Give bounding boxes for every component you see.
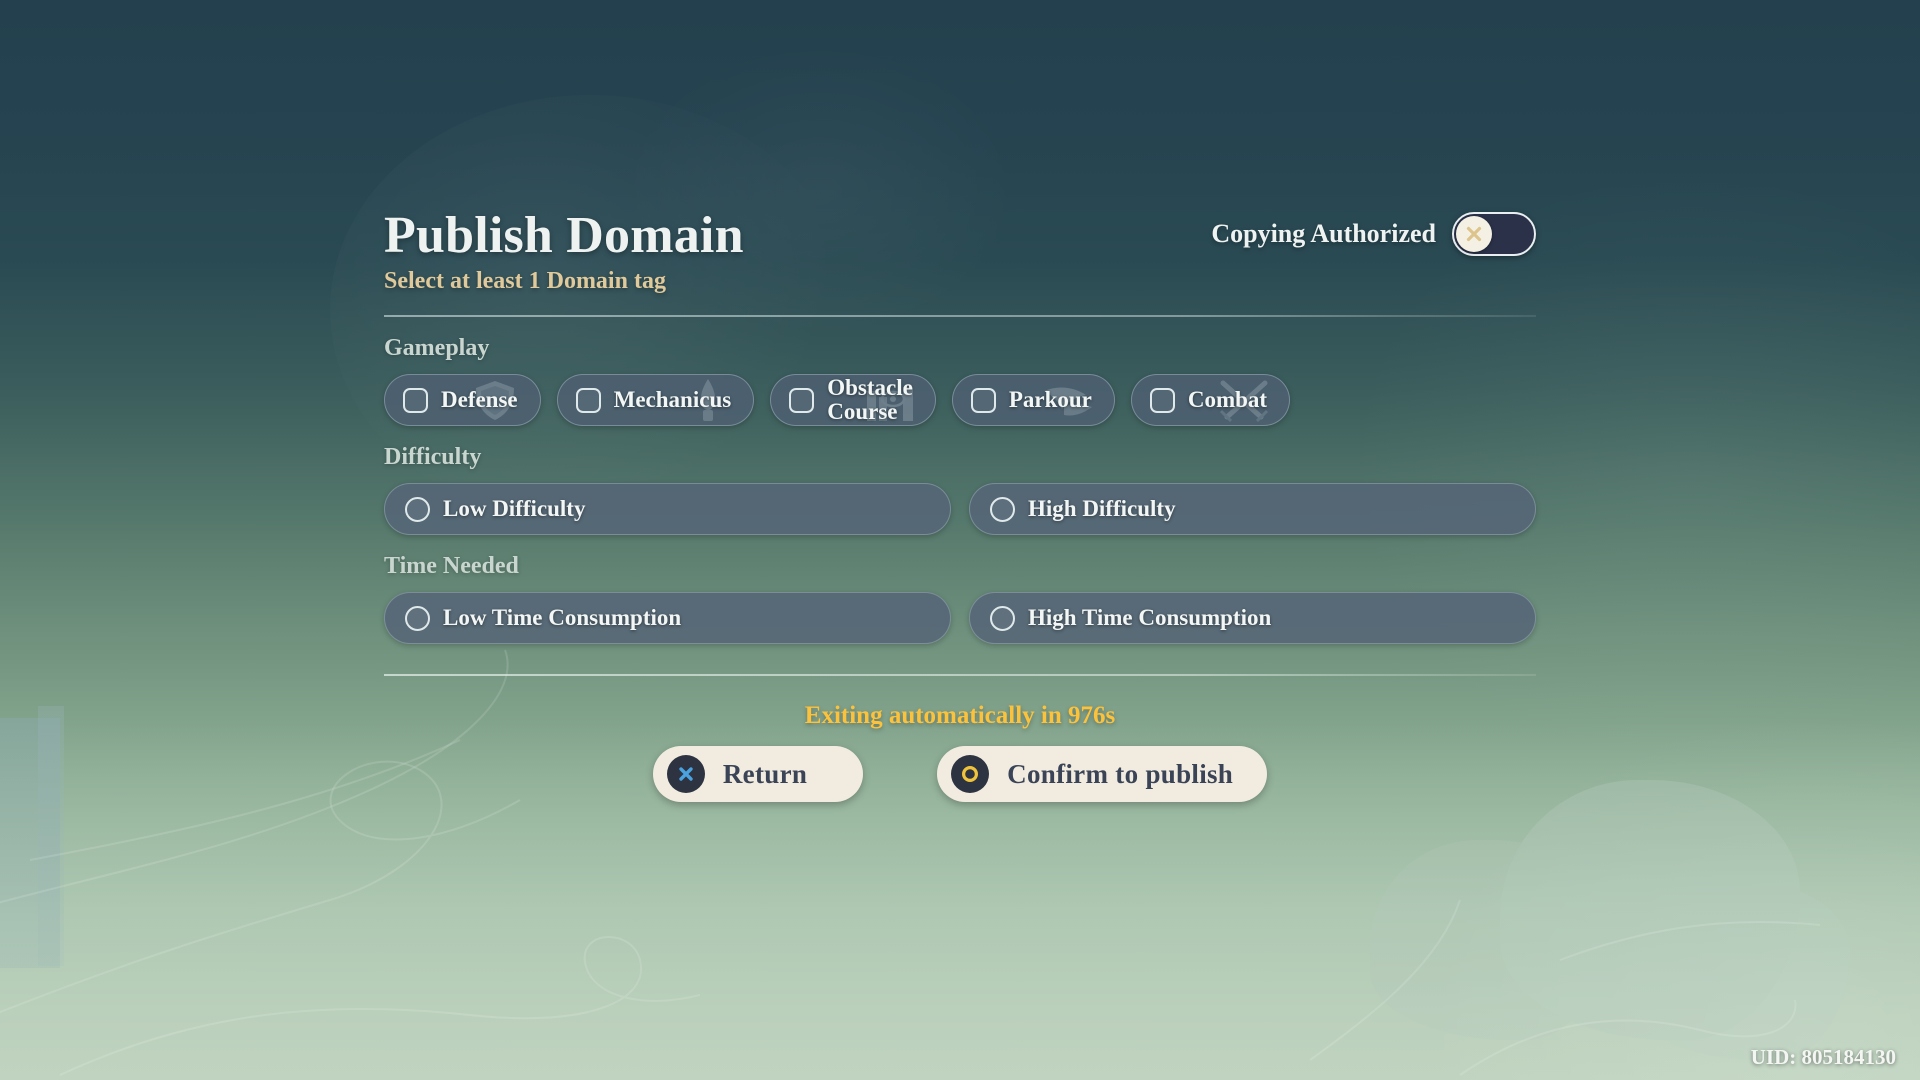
checkbox-combat[interactable] — [1149, 387, 1175, 413]
tag-label-combat: Combat — [1187, 386, 1268, 412]
return-button-label: Return — [722, 758, 808, 789]
group-difficulty: Difficulty Low Difficulty High Difficult… — [384, 444, 1536, 535]
pillar-left — [0, 706, 64, 968]
close-x-icon — [1466, 226, 1482, 242]
tag-combat[interactable]: Combat — [1130, 374, 1291, 426]
tag-label-defense: Defense — [441, 386, 518, 412]
return-button[interactable]: Return — [652, 746, 864, 802]
tag-label-parkour: Parkour — [1008, 386, 1092, 412]
option-low-time-consumption[interactable]: Low Time Consumption — [384, 592, 951, 644]
copying-authorized-toggle[interactable] — [1452, 212, 1536, 256]
uid-label: UID: 805184130 — [1750, 1045, 1896, 1069]
page-title: Publish Domain — [384, 207, 744, 264]
option-label-high-time-consumption: High Time Consumption — [1028, 605, 1272, 630]
divider-bottom — [384, 674, 1536, 676]
group-label-gameplay: Gameplay — [384, 335, 490, 361]
confirm-button-badge — [951, 755, 990, 793]
checkbox-defense[interactable] — [403, 387, 428, 413]
group-label-difficulty: Difficulty — [384, 444, 482, 470]
option-label-low-time-consumption: Low Time Consumption — [443, 605, 682, 630]
copying-authorized-label: Copying Authorized — [1211, 219, 1436, 248]
tag-obstacle-course[interactable]: Obstacle Course — [770, 374, 936, 426]
option-label-low-difficulty: Low Difficulty — [443, 496, 586, 521]
panel-header: Publish Domain Copying Authorized — [384, 190, 1536, 262]
auto-exit-timer: Exiting automatically in 976s — [804, 702, 1116, 729]
option-high-difficulty[interactable]: High Difficulty — [969, 483, 1536, 535]
return-button-badge — [666, 755, 705, 793]
radio-high-time-consumption[interactable] — [990, 605, 1015, 631]
confirm-ring-icon — [962, 765, 979, 783]
copying-authorized-group: Copying Authorized — [1211, 212, 1536, 262]
checkbox-parkour[interactable] — [970, 387, 996, 413]
tag-parkour[interactable]: Parkour — [951, 374, 1115, 426]
publish-domain-panel: Publish Domain Copying Authorized Select… — [384, 190, 1536, 802]
tag-label-mechanicus: Mechanicus — [613, 386, 732, 412]
group-time-needed: Time Needed Low Time Consumption High Ti… — [384, 553, 1536, 644]
option-low-difficulty[interactable]: Low Difficulty — [384, 483, 951, 535]
group-gameplay: Gameplay Defense Mechanicus Obstacle Cou… — [384, 335, 1536, 426]
option-label-high-difficulty: High Difficulty — [1028, 496, 1176, 521]
radio-low-time-consumption[interactable] — [405, 605, 430, 631]
action-button-row: Return Confirm to publish — [384, 746, 1536, 802]
confirm-button-label: Confirm to publish — [1007, 758, 1234, 789]
tag-mechanicus[interactable]: Mechanicus — [556, 374, 755, 426]
time-needed-option-row: Low Time Consumption High Time Consumpti… — [384, 592, 1536, 644]
tag-label-obstacle-course: Obstacle Course — [827, 374, 913, 424]
close-x-icon — [679, 767, 693, 781]
divider-top — [384, 315, 1536, 317]
radio-low-difficulty[interactable] — [405, 496, 430, 522]
radio-high-difficulty[interactable] — [990, 496, 1015, 522]
confirm-publish-button[interactable]: Confirm to publish — [937, 746, 1268, 802]
difficulty-option-row: Low Difficulty High Difficulty — [384, 483, 1536, 535]
tag-defense[interactable]: Defense — [384, 374, 541, 426]
option-high-time-consumption[interactable]: High Time Consumption — [969, 592, 1536, 644]
group-label-time-needed: Time Needed — [384, 553, 519, 579]
toggle-knob — [1456, 216, 1492, 252]
checkbox-mechanicus[interactable] — [575, 387, 601, 413]
gameplay-tag-row: Defense Mechanicus Obstacle Course Parko… — [384, 374, 1536, 426]
page-subtitle: Select at least 1 Domain tag — [384, 268, 666, 294]
checkbox-obstacle-course[interactable] — [789, 387, 815, 413]
